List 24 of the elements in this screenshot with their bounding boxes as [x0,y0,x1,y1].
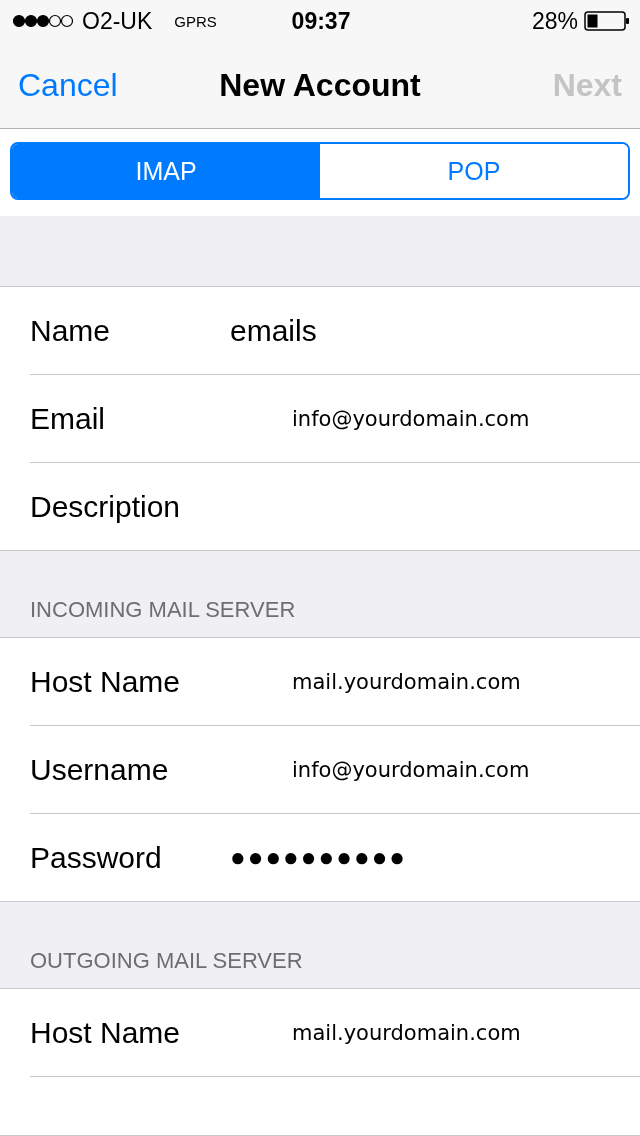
cancel-button[interactable]: Cancel [18,66,220,104]
screen-title: New Account [219,66,421,104]
input-field[interactable]: ●●●●●●●●●● [230,842,640,873]
field-label: Host Name [30,1015,182,1050]
battery-percent: 28% [531,7,578,35]
field-label: Username [30,752,170,787]
section-header: OUTGOING MAIL SERVER [30,948,303,974]
field-label: Name [30,313,112,348]
section-header: INCOMING MAIL SERVER [30,597,296,623]
field-label: Host Name [30,664,182,699]
carrier-name: O2-UK [82,7,153,35]
input-field[interactable]: emails [230,313,640,348]
input-field[interactable]: info@yourdomain.com [230,757,640,782]
field-label: Password [30,840,163,875]
network-type: GPRS [174,12,217,30]
input-field[interactable]: info@yourdomain.com [230,406,640,431]
clock-time: 09:37 [291,7,351,35]
input-field[interactable]: mail.yourdomain.com [230,669,640,694]
battery-icon [584,11,630,31]
signal-icon [12,14,74,28]
input-field[interactable]: mail.yourdomain.com [230,1020,640,1045]
protocol-tab[interactable]: IMAP [12,144,320,198]
field-label: Description [30,489,182,524]
field-label: Email [30,401,106,436]
